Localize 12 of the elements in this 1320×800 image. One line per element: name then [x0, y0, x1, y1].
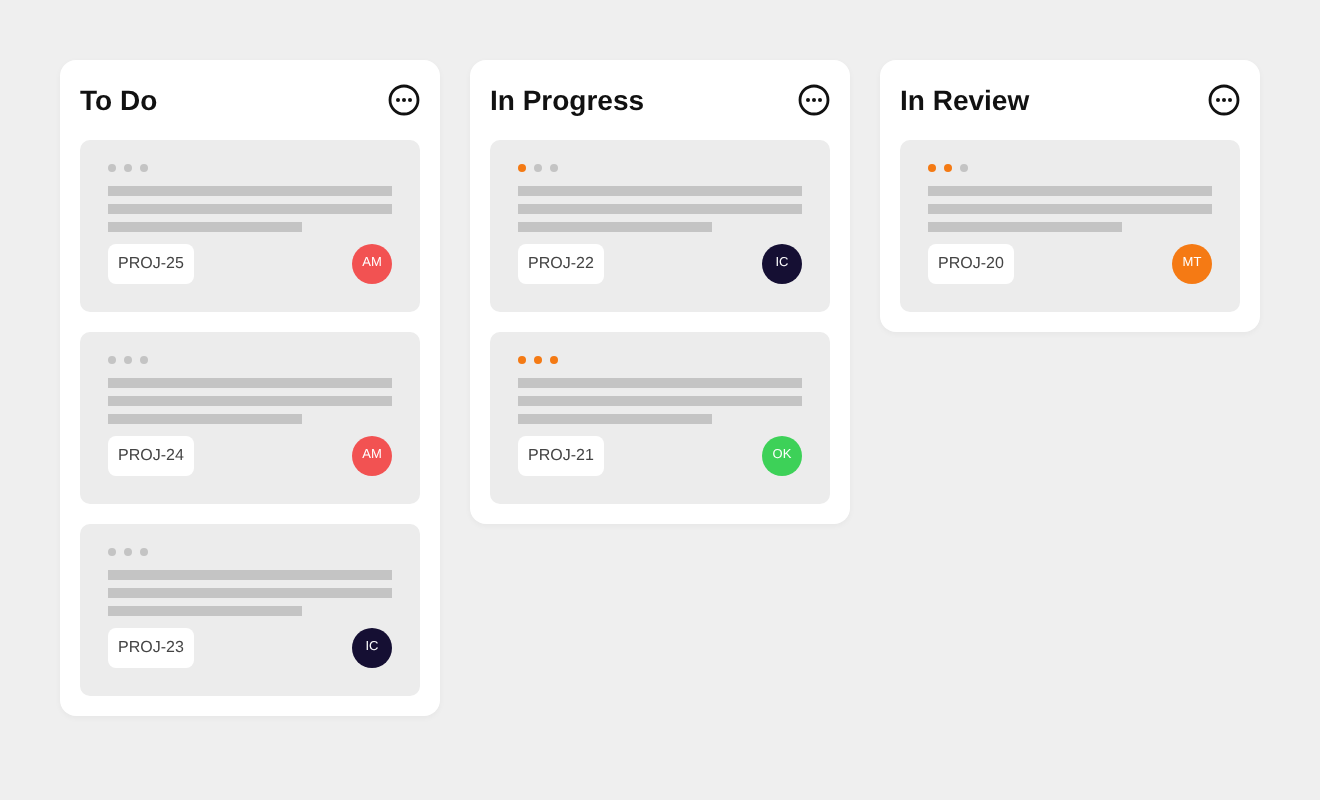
more-options-button[interactable] — [798, 84, 830, 116]
task-id: PROJ-25 — [108, 244, 194, 284]
task-id: PROJ-24 — [108, 436, 194, 476]
more-options-button[interactable] — [1208, 84, 1240, 116]
more-options-button[interactable] — [388, 84, 420, 116]
task-id: PROJ-23 — [108, 628, 194, 668]
task-id: PROJ-22 — [518, 244, 604, 284]
column-title: In Progress — [490, 81, 645, 120]
column-title: To Do — [80, 81, 158, 119]
task-id: PROJ-21 — [518, 436, 604, 476]
task-id: PROJ-20 — [928, 244, 1014, 284]
column-title: In Review — [900, 81, 1030, 119]
